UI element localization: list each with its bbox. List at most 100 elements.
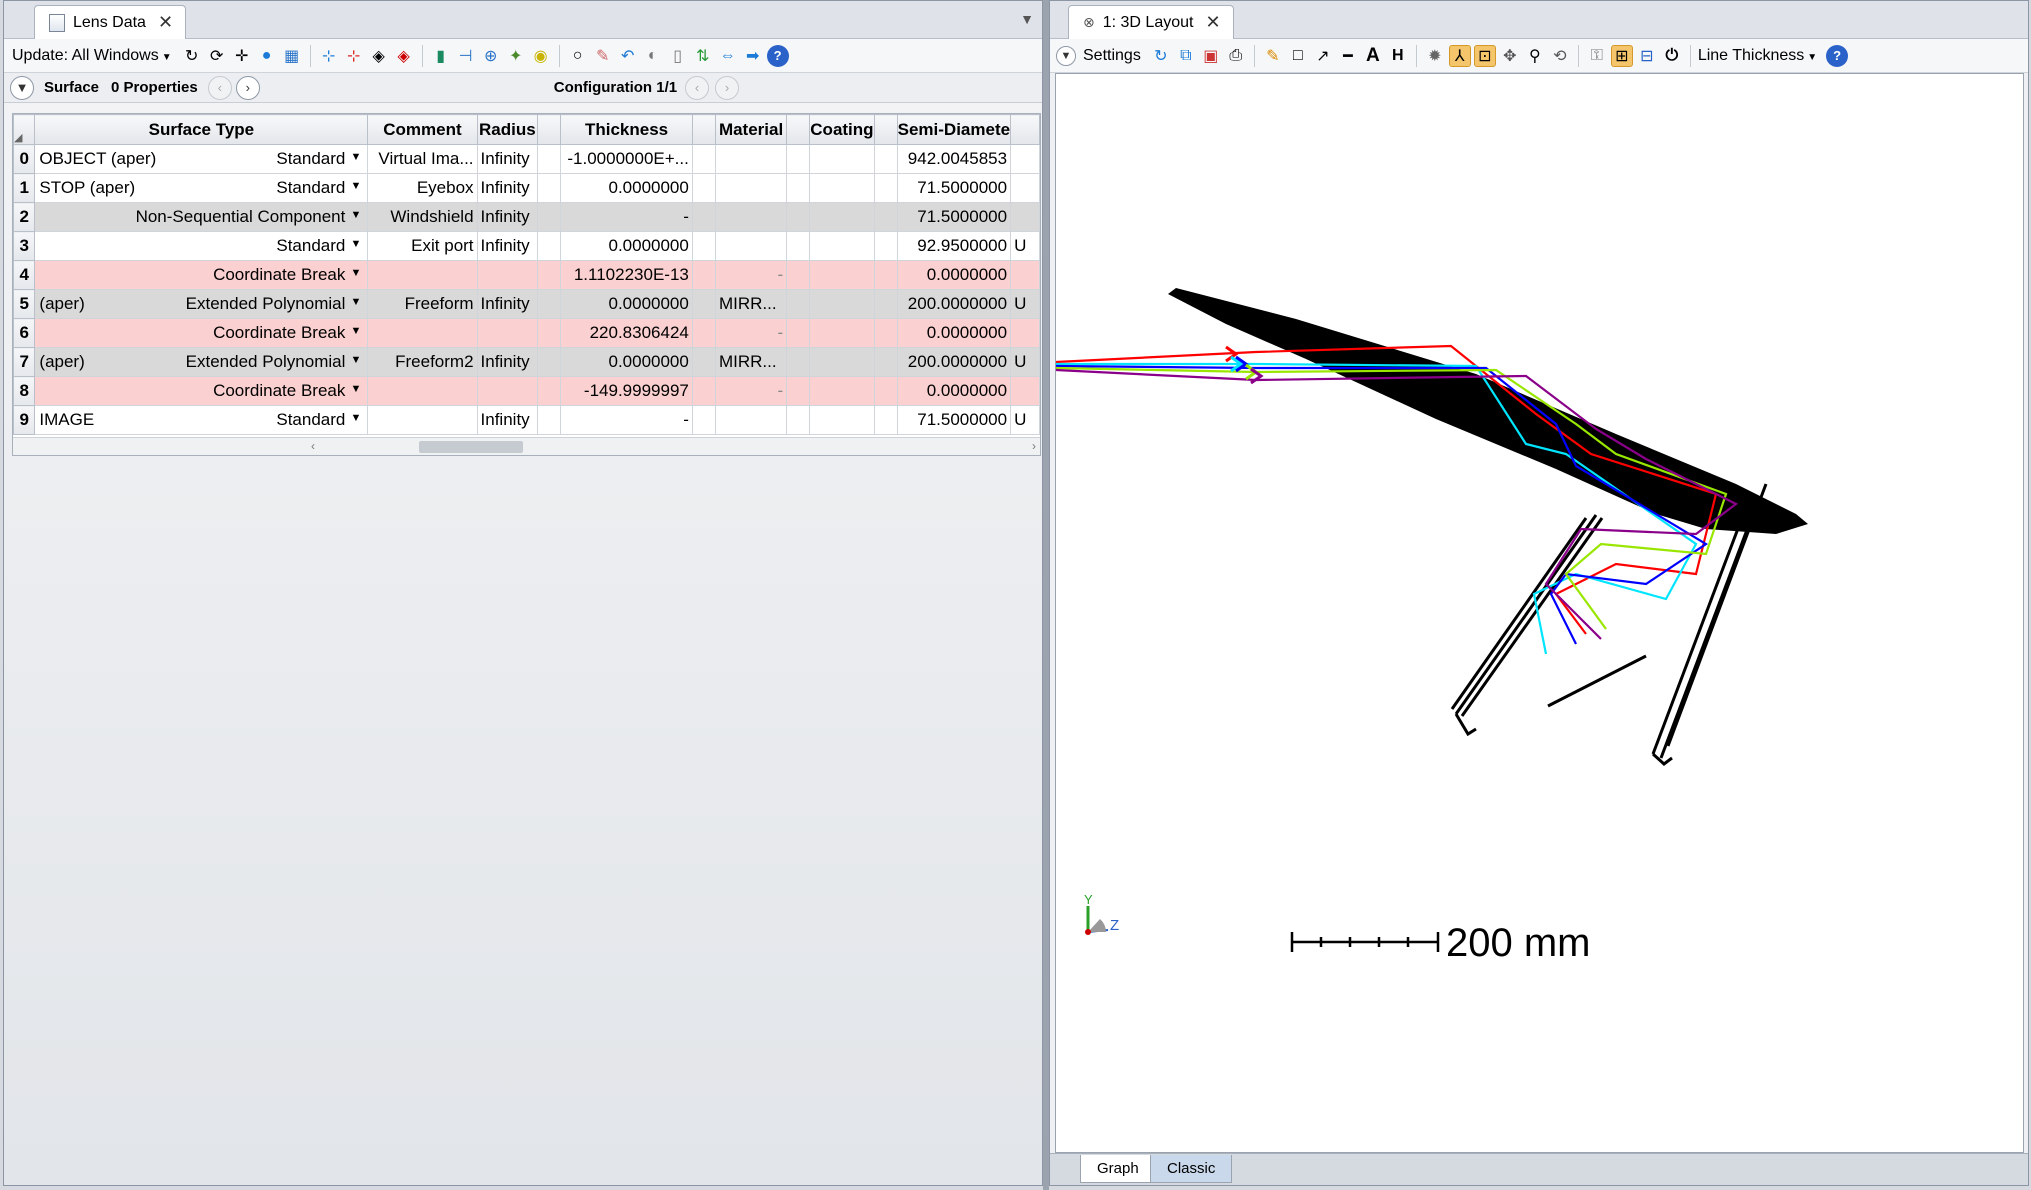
chevron-down-icon[interactable]: ▼ bbox=[350, 383, 361, 395]
header-radius[interactable]: Radius bbox=[476, 114, 539, 145]
text-icon[interactable]: A bbox=[1362, 45, 1384, 67]
coating-solve-cell[interactable] bbox=[873, 347, 898, 377]
table-row[interactable]: 1 STOP (aper) Standard ▼ Eyebox Infinity 0.000… bbox=[13, 173, 1040, 203]
material-cell[interactable]: MIRR... bbox=[714, 289, 788, 319]
lens-data-tab[interactable]: Lens Data ✕ bbox=[34, 5, 187, 39]
comment-cell[interactable]: Freeform2 bbox=[367, 347, 478, 377]
coating-solve-cell[interactable] bbox=[873, 202, 898, 232]
line-thickness-dropdown[interactable]: Line Thickness ▼ bbox=[1698, 47, 1817, 65]
material-cell[interactable] bbox=[714, 173, 788, 203]
collapse-icon[interactable]: ⇔ bbox=[717, 45, 739, 67]
thickness-cell[interactable]: 0.0000000 bbox=[560, 231, 693, 261]
coating-cell[interactable] bbox=[809, 376, 875, 406]
radius-solve-cell[interactable] bbox=[537, 144, 562, 174]
pane-menu-icon[interactable]: ▼ bbox=[1020, 11, 1034, 27]
print-icon[interactable]: ⎙ bbox=[1225, 45, 1247, 67]
wavelength-icon[interactable]: ◉ bbox=[530, 45, 552, 67]
radius-cell[interactable]: Infinity bbox=[476, 347, 539, 377]
surface-number[interactable]: 4 bbox=[13, 260, 36, 290]
radius-solve-cell[interactable] bbox=[537, 289, 562, 319]
comment-cell[interactable] bbox=[367, 260, 478, 290]
table-row[interactable]: 4 Coordinate Break ▼ 1.1102230E-13- 0.000000… bbox=[13, 260, 1040, 290]
line-icon[interactable]: ━ bbox=[1337, 45, 1359, 67]
surface-type-cell[interactable]: IMAGE Standard ▼ bbox=[34, 405, 369, 435]
chevron-down-icon[interactable]: ▼ bbox=[350, 180, 361, 192]
radius-solve-cell[interactable] bbox=[537, 202, 562, 232]
thickness-solve-cell[interactable] bbox=[691, 347, 716, 377]
radius-cell[interactable] bbox=[476, 318, 539, 348]
comment-cell[interactable]: Exit port bbox=[367, 231, 478, 261]
lock-icon[interactable]: ⚿ bbox=[1586, 45, 1608, 67]
arrow-right-icon[interactable]: ➡ bbox=[742, 45, 764, 67]
table-row[interactable]: 9 IMAGE Standard ▼ Infinity - 71.5000000 U bbox=[13, 405, 1040, 435]
page-icon[interactable]: ▯ bbox=[667, 45, 689, 67]
comment-cell[interactable]: Freeform bbox=[367, 289, 478, 319]
scrollbar-thumb[interactable] bbox=[419, 441, 523, 453]
radius-cell[interactable]: Infinity bbox=[476, 231, 539, 261]
material-cell[interactable] bbox=[714, 202, 788, 232]
coating-cell[interactable] bbox=[809, 405, 875, 435]
layout-canvas[interactable]: Y Z 200 mm bbox=[1055, 73, 2024, 1153]
copy-icon[interactable]: ⧉ bbox=[1175, 45, 1197, 67]
close-icon[interactable]: ✕ bbox=[158, 12, 173, 33]
coating-solve-cell[interactable] bbox=[873, 231, 898, 261]
radius-cell[interactable]: Infinity bbox=[476, 173, 539, 203]
chevron-down-icon[interactable]: ▼ bbox=[350, 325, 361, 337]
coating-solve-cell[interactable] bbox=[873, 289, 898, 319]
material-solve-cell[interactable] bbox=[786, 318, 811, 348]
surface-number[interactable]: 2 bbox=[13, 202, 36, 232]
surface-type-cell[interactable]: Non-Sequential Component ▼ bbox=[34, 202, 369, 232]
surface-number[interactable]: 5 bbox=[13, 289, 36, 319]
table-row[interactable]: 7 (aper) Extended Polynomial ▼ Freeform2 Infi… bbox=[13, 347, 1040, 377]
header-material-solve[interactable] bbox=[786, 114, 811, 145]
zoom-icon[interactable]: ⚲ bbox=[1524, 45, 1546, 67]
reset-view-icon[interactable]: ⟲ bbox=[1549, 45, 1571, 67]
semi-diameter-solve-cell[interactable]: U bbox=[1010, 231, 1040, 261]
pan-icon[interactable]: ✥ bbox=[1499, 45, 1521, 67]
material-cell[interactable]: - bbox=[714, 260, 788, 290]
semi-diameter-solve-cell[interactable] bbox=[1010, 173, 1040, 203]
comment-cell[interactable] bbox=[367, 405, 478, 435]
semi-diameter-solve-cell[interactable]: U bbox=[1010, 405, 1040, 435]
thickness-solve-cell[interactable] bbox=[691, 144, 716, 174]
material-cell[interactable]: - bbox=[714, 318, 788, 348]
radius-solve-cell[interactable] bbox=[537, 260, 562, 290]
scroll-right-icon[interactable]: › bbox=[1032, 439, 1036, 453]
toggle-icon[interactable]: ◐ bbox=[642, 45, 664, 67]
select-all-corner[interactable]: ◢ bbox=[13, 114, 36, 145]
radius-solve-cell[interactable] bbox=[537, 405, 562, 435]
surface-number[interactable]: 8 bbox=[13, 376, 36, 406]
swap-icon[interactable]: ⇅ bbox=[692, 45, 714, 67]
semi-diameter-cell[interactable]: 92.9500000 bbox=[896, 231, 1012, 261]
coating-cell[interactable] bbox=[809, 173, 875, 203]
refresh-icon[interactable]: ↻ bbox=[181, 45, 203, 67]
remove-group-icon[interactable]: ◈ bbox=[393, 45, 415, 67]
coating-cell[interactable] bbox=[809, 289, 875, 319]
rotate-view-icon[interactable]: ✹ bbox=[1424, 45, 1446, 67]
surface-number[interactable]: 1 bbox=[13, 173, 36, 203]
dimension-icon[interactable]: H bbox=[1387, 45, 1409, 67]
radius-cell[interactable]: Infinity bbox=[476, 405, 539, 435]
thickness-solve-cell[interactable] bbox=[691, 173, 716, 203]
radius-cell[interactable]: Infinity bbox=[476, 289, 539, 319]
material-solve-cell[interactable] bbox=[786, 289, 811, 319]
table-row[interactable]: 3 Standard ▼ Exit port Infinity 0.0000000 92.9… bbox=[13, 231, 1040, 261]
table-row[interactable]: 0 OBJECT (aper) Standard ▼ Virtual Ima... Inf… bbox=[13, 144, 1040, 174]
semi-diameter-cell[interactable]: 0.0000000 bbox=[896, 260, 1012, 290]
semi-diameter-cell[interactable]: 71.5000000 bbox=[896, 173, 1012, 203]
semi-diameter-cell[interactable]: 71.5000000 bbox=[896, 405, 1012, 435]
globe-icon[interactable]: ● bbox=[256, 45, 278, 67]
radius-solve-cell[interactable] bbox=[537, 231, 562, 261]
semi-diameter-cell[interactable]: 200.0000000 bbox=[896, 289, 1012, 319]
make-group-icon[interactable]: ◈ bbox=[368, 45, 390, 67]
lens-element-icon[interactable]: ▮ bbox=[430, 45, 452, 67]
surface-type-cell[interactable]: Coordinate Break ▼ bbox=[34, 260, 369, 290]
coating-cell[interactable] bbox=[809, 144, 875, 174]
table-row[interactable]: 6 Coordinate Break ▼ 220.8306424- 0.0000000 bbox=[13, 318, 1040, 348]
pencil-icon[interactable]: ✎ bbox=[1262, 45, 1284, 67]
chevron-down-icon[interactable]: ▼ bbox=[350, 296, 361, 308]
thickness-cell[interactable]: 0.0000000 bbox=[560, 289, 693, 319]
thickness-solve-cell[interactable] bbox=[691, 260, 716, 290]
autoupdate-icon[interactable]: ⟳ bbox=[206, 45, 228, 67]
radius-solve-cell[interactable] bbox=[537, 376, 562, 406]
